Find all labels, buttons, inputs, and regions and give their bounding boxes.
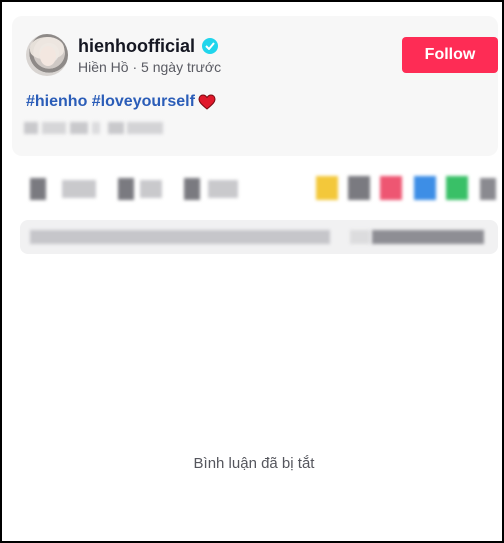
display-name: Hiền Hồ bbox=[78, 59, 129, 75]
user-avatar[interactable] bbox=[26, 34, 68, 76]
comments-disabled-message: Bình luận đã bị tắt bbox=[193, 455, 315, 472]
redacted-actions-row bbox=[22, 170, 498, 208]
redacted-link-bar bbox=[20, 220, 498, 254]
verified-icon bbox=[202, 38, 218, 54]
post-header-card: hienhoofficial Hiền Hồ · 5 ngày trước Fo… bbox=[12, 16, 498, 156]
username[interactable]: hienhoofficial bbox=[78, 36, 195, 57]
post-time: 5 ngày trước bbox=[141, 59, 222, 75]
post-caption[interactable]: #hienho #loveyourself bbox=[26, 93, 195, 111]
redacted-caption-line bbox=[24, 122, 163, 134]
separator: · bbox=[128, 59, 142, 75]
author-subline: Hiền Hồ · 5 ngày trước bbox=[78, 59, 221, 75]
follow-button[interactable]: Follow bbox=[402, 37, 498, 73]
heart-icon bbox=[198, 94, 216, 110]
post-detail-panel: hienhoofficial Hiền Hồ · 5 ngày trước Fo… bbox=[0, 0, 504, 543]
